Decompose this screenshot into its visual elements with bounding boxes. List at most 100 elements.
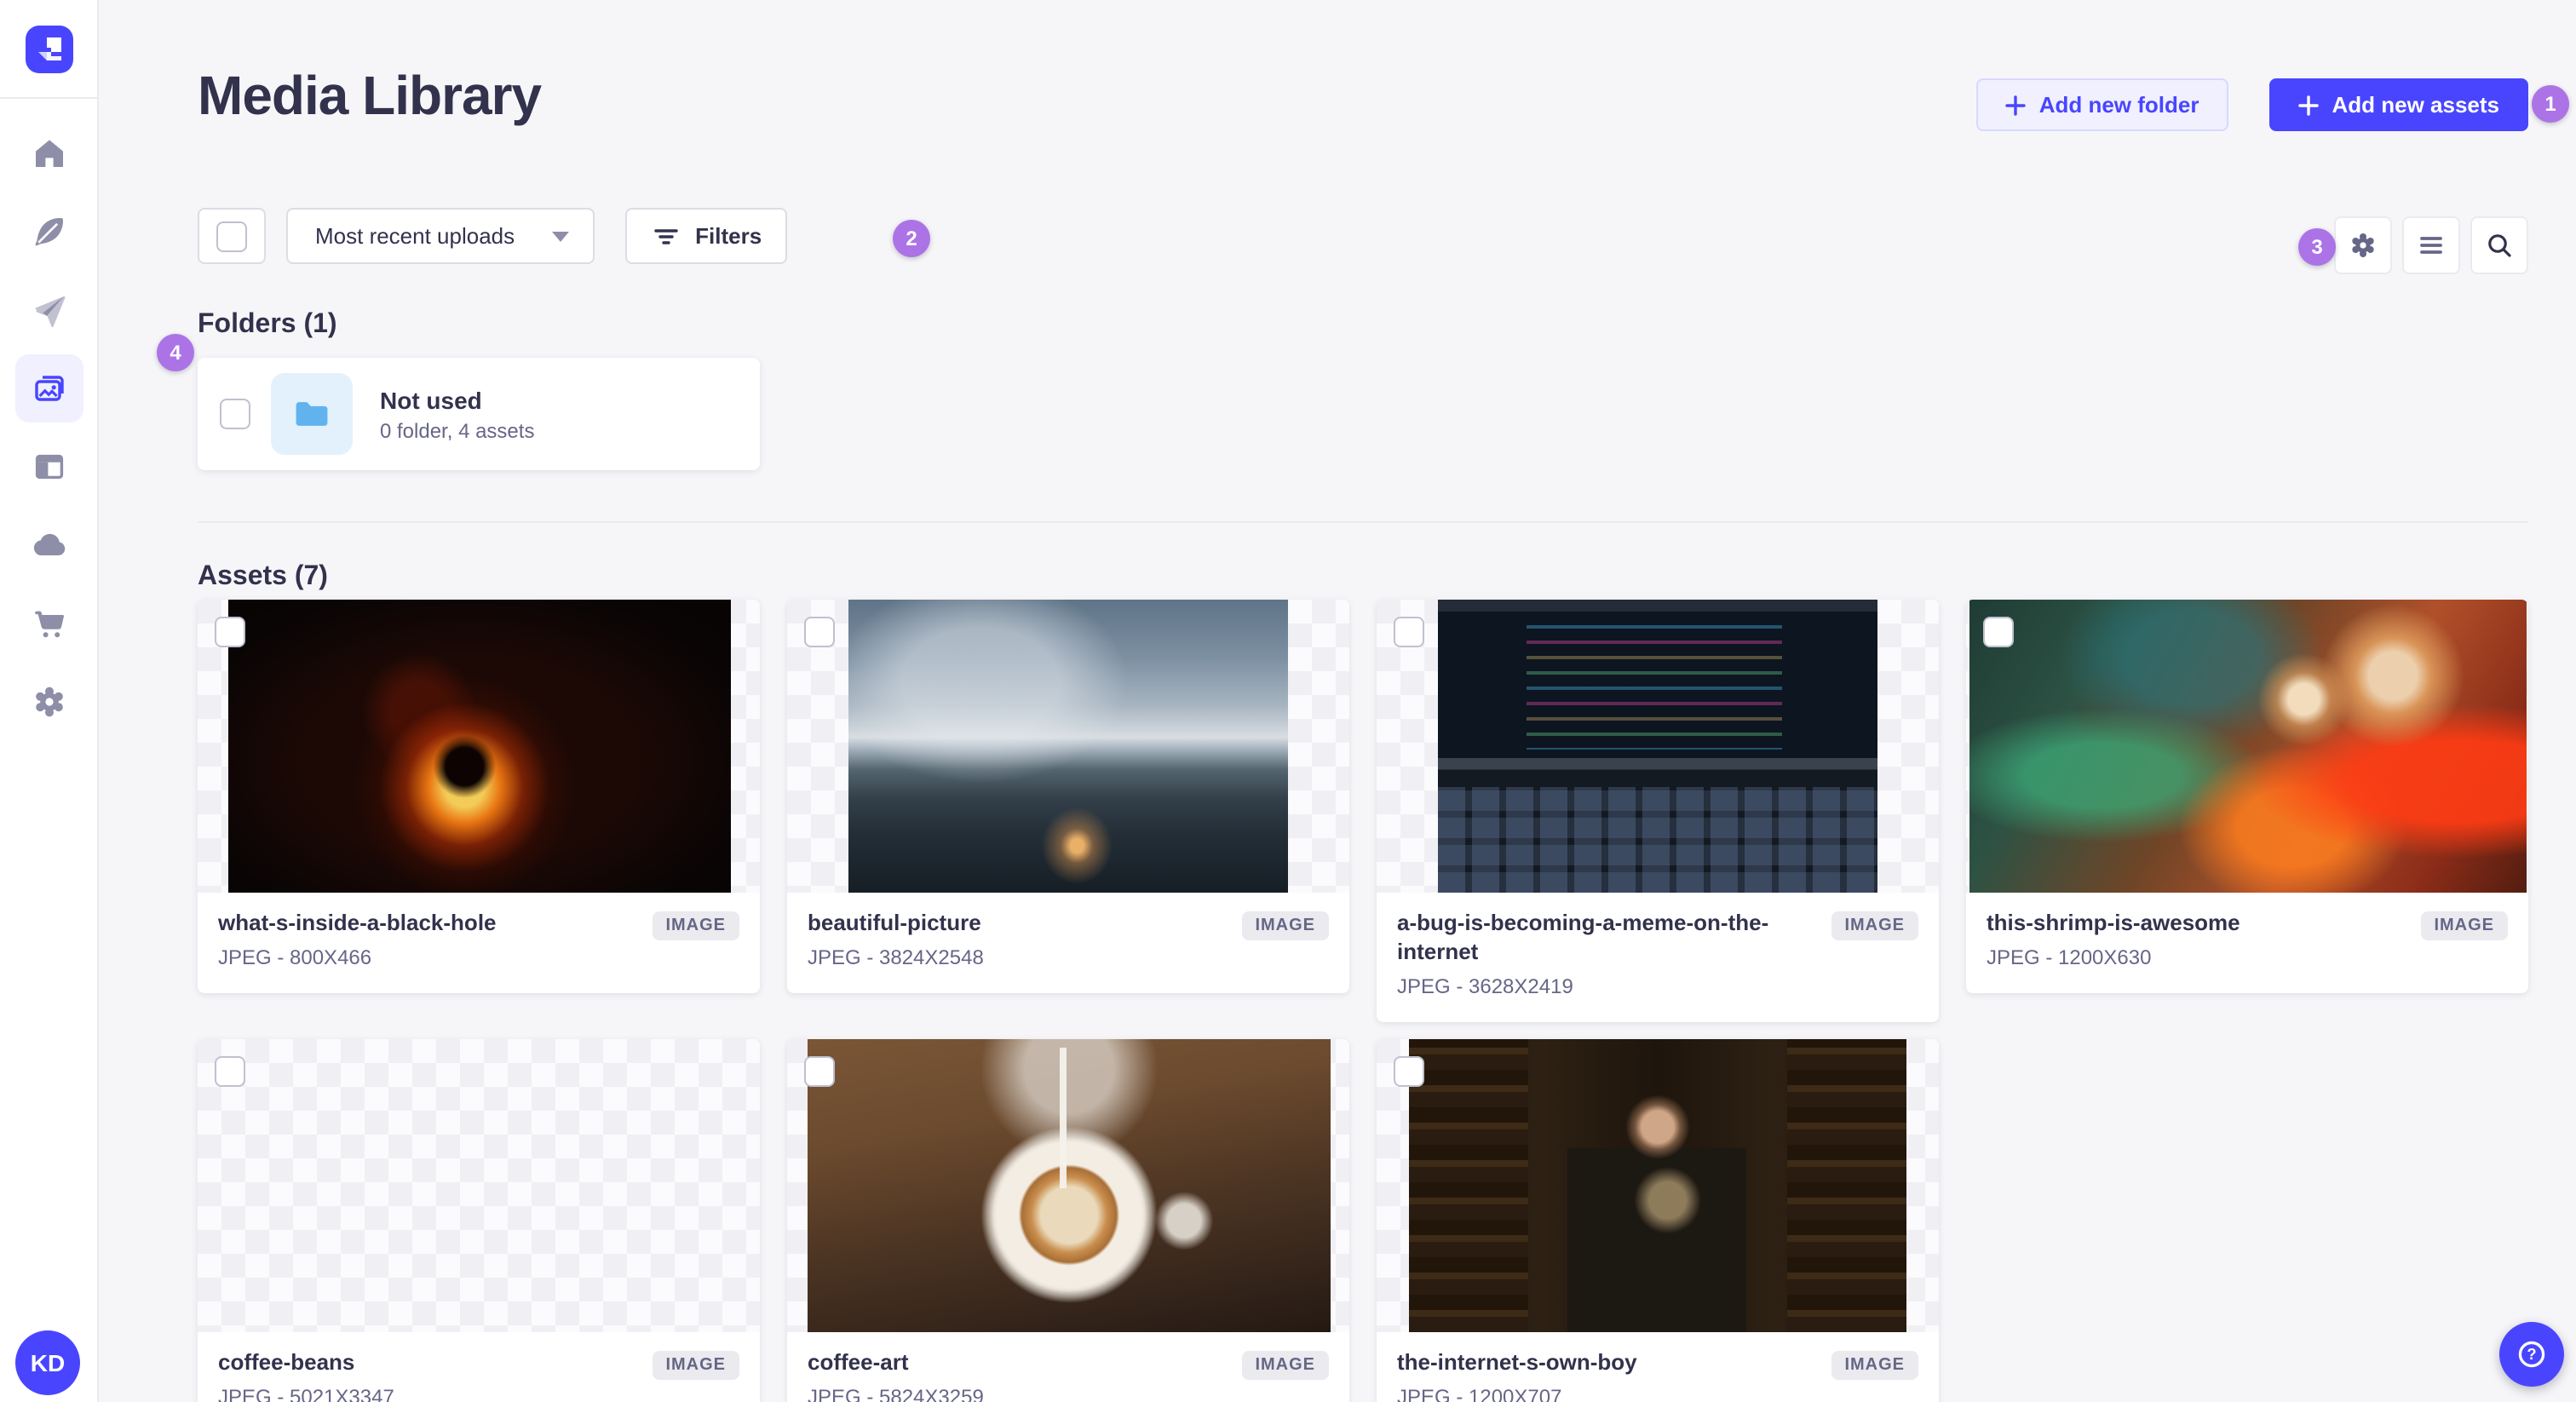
- sort-dropdown[interactable]: Most recent uploads: [286, 208, 595, 264]
- asset-title: beautiful-picture: [808, 910, 981, 935]
- cart-icon: [28, 603, 69, 644]
- asset-type-badge: IMAGE: [1241, 911, 1329, 940]
- asset-title: a-bug-is-becoming-a-meme-on-the-internet: [1397, 910, 1769, 964]
- sidebar-item-cloud[interactable]: [14, 511, 83, 579]
- paper-plane-icon: [28, 290, 69, 330]
- asset-info: the-internet-s-own-boy JPEG - 1200X707 I…: [1377, 1332, 1939, 1402]
- asset-info: this-shrimp-is-awesome JPEG - 1200X630 I…: [1966, 893, 2528, 993]
- user-avatar[interactable]: KD: [15, 1330, 80, 1395]
- chevron-down-icon: [552, 231, 570, 241]
- help-button[interactable]: ?: [2499, 1322, 2564, 1387]
- strapi-logo[interactable]: [25, 25, 72, 72]
- asset-card[interactable]: coffee-beans JPEG - 5021X3347 IMAGE: [198, 1039, 760, 1402]
- view-controls: [2334, 216, 2528, 274]
- asset-card[interactable]: what-s-inside-a-black-hole JPEG - 800X46…: [198, 600, 760, 993]
- asset-card[interactable]: coffee-art JPEG - 5824X3259 IMAGE: [787, 1039, 1349, 1402]
- asset-meta: JPEG - 800X466: [218, 945, 372, 969]
- asset-thumbnail: [1377, 1039, 1939, 1332]
- home-icon: [28, 133, 69, 174]
- gear-icon: [2346, 228, 2380, 262]
- asset-title: coffee-beans: [218, 1349, 355, 1375]
- media-library-icon: [28, 368, 69, 409]
- shrimp-image: [1969, 600, 2526, 893]
- asset-card[interactable]: the-internet-s-own-boy JPEG - 1200X707 I…: [1377, 1039, 1939, 1402]
- asset-checkbox[interactable]: [1983, 617, 2014, 647]
- folder-texts: Not used 0 folder, 4 assets: [380, 386, 534, 442]
- sidebar-nav: [0, 99, 97, 746]
- folder-icon: [290, 392, 334, 436]
- asset-type-badge: IMAGE: [2420, 911, 2508, 940]
- list-view-button[interactable]: [2402, 216, 2460, 274]
- sidebar-item-releases[interactable]: [14, 276, 83, 344]
- asset-info: a-bug-is-becoming-a-meme-on-the-internet…: [1377, 893, 1939, 1022]
- add-new-assets-label: Add new assets: [2332, 92, 2499, 118]
- select-all-button[interactable]: [198, 208, 266, 264]
- assets-grid: what-s-inside-a-black-hole JPEG - 800X46…: [198, 600, 2528, 1402]
- sidebar-item-content-type-builder[interactable]: [14, 433, 83, 501]
- asset-title: the-internet-s-own-boy: [1397, 1349, 1637, 1375]
- sidebar-item-marketplace[interactable]: [14, 589, 83, 658]
- asset-info: beautiful-picture JPEG - 3824X2548 IMAGE: [787, 893, 1349, 993]
- feather-icon: [28, 211, 69, 252]
- cloud-icon: [28, 525, 69, 566]
- media-library-page: KD Media Library Add new folder Add new …: [0, 0, 2576, 1402]
- section-divider: [198, 521, 2528, 523]
- asset-meta: JPEG - 3824X2548: [808, 945, 984, 969]
- list-icon: [2416, 230, 2447, 261]
- asset-checkbox[interactable]: [804, 1056, 835, 1087]
- folder-icon-box: [271, 373, 353, 455]
- asset-type-badge: IMAGE: [1831, 1351, 1918, 1380]
- logo-section: [0, 0, 97, 99]
- sidebar-item-media-library[interactable]: [14, 354, 83, 422]
- folder-name: Not used: [380, 386, 482, 413]
- asset-card[interactable]: this-shrimp-is-awesome JPEG - 1200X630 I…: [1966, 600, 2528, 993]
- folder-card[interactable]: Not used 0 folder, 4 assets: [198, 358, 760, 470]
- asset-title: this-shrimp-is-awesome: [1987, 910, 2240, 935]
- filter-icon: [651, 221, 681, 251]
- asset-meta: JPEG - 1200X707: [1397, 1384, 1562, 1402]
- annotation-badge-3: 3: [2298, 228, 2336, 266]
- page-title: Media Library: [198, 65, 542, 126]
- select-all-checkbox[interactable]: [216, 221, 247, 251]
- question-mark-icon: ?: [2513, 1336, 2550, 1373]
- sidebar-item-settings[interactable]: [14, 668, 83, 736]
- main-area: Media Library Add new folder Add new ass…: [97, 0, 2576, 1402]
- asset-card[interactable]: beautiful-picture JPEG - 3824X2548 IMAGE: [787, 600, 1349, 993]
- strapi-logo-icon: [37, 37, 60, 60]
- coffee-beans-image: [259, 1039, 699, 1332]
- asset-info: coffee-art JPEG - 5824X3259 IMAGE: [787, 1332, 1349, 1402]
- asset-title: what-s-inside-a-black-hole: [218, 910, 497, 935]
- add-new-folder-button[interactable]: Add new folder: [1975, 78, 2228, 131]
- assets-heading: Assets (7): [198, 562, 328, 591]
- search-button[interactable]: [2470, 216, 2528, 274]
- svg-text:?: ?: [2527, 1345, 2536, 1363]
- grid-settings-button[interactable]: [2334, 216, 2392, 274]
- sort-dropdown-value: Most recent uploads: [315, 223, 515, 249]
- asset-thumbnail: [198, 1039, 760, 1332]
- asset-type-badge: IMAGE: [652, 1351, 739, 1380]
- asset-info: coffee-beans JPEG - 5021X3347 IMAGE: [198, 1332, 760, 1402]
- sidebar-item-home[interactable]: [14, 119, 83, 187]
- plus-icon: [2297, 95, 2319, 115]
- asset-meta: JPEG - 5021X3347: [218, 1384, 394, 1402]
- asset-meta: JPEG - 3628X2419: [1397, 974, 1573, 998]
- asset-checkbox[interactable]: [1394, 1056, 1424, 1087]
- asset-card[interactable]: a-bug-is-becoming-a-meme-on-the-internet…: [1377, 600, 1939, 1022]
- asset-thumbnail: [1377, 600, 1939, 893]
- asset-type-badge: IMAGE: [1831, 911, 1918, 940]
- add-new-assets-button[interactable]: Add new assets: [2268, 78, 2528, 131]
- plus-icon: [2004, 95, 2026, 115]
- filters-button[interactable]: Filters: [625, 208, 788, 264]
- folder-checkbox[interactable]: [220, 399, 250, 429]
- asset-thumbnail: [787, 1039, 1349, 1332]
- asset-checkbox[interactable]: [215, 617, 245, 647]
- laptop-code-image: [1438, 600, 1877, 893]
- asset-info: what-s-inside-a-black-hole JPEG - 800X46…: [198, 893, 760, 993]
- black-hole-image: [227, 600, 730, 893]
- asset-checkbox[interactable]: [804, 617, 835, 647]
- filters-label: Filters: [695, 223, 762, 249]
- asset-checkbox[interactable]: [1394, 617, 1424, 647]
- folder-meta: 0 folder, 4 assets: [380, 418, 535, 442]
- sidebar-item-content-manager[interactable]: [14, 198, 83, 266]
- asset-checkbox[interactable]: [215, 1056, 245, 1087]
